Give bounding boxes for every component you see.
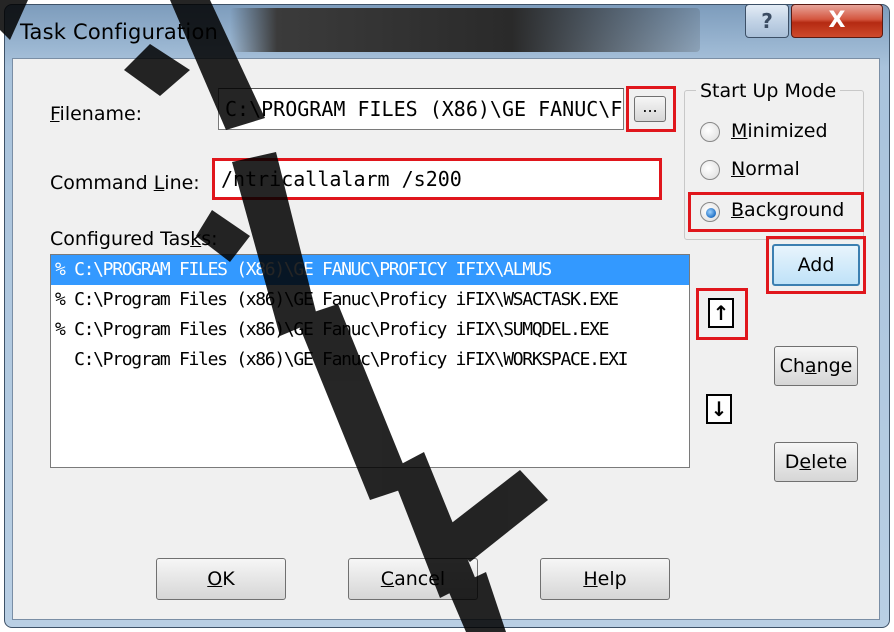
filename-input[interactable]: C:\PROGRAM FILES (X86)\GE FANUC\F	[218, 88, 624, 130]
help-caption-button[interactable]: ?	[745, 4, 789, 38]
titlebar-shadow	[230, 8, 700, 52]
configured-tasks-list[interactable]: % C:\PROGRAM FILES (X86)\GE FANUC\PROFIC…	[50, 254, 690, 468]
command-line-input[interactable]: /ntricallalarm /s200	[212, 158, 662, 200]
background-label: Background	[731, 199, 845, 221]
radio-normal[interactable]	[700, 160, 720, 180]
window-title: Task Configuration	[20, 20, 219, 44]
startup-mode-title: Start Up Mode	[696, 80, 841, 102]
add-button[interactable]: Add	[772, 244, 860, 286]
filename-label: Filename:	[50, 103, 143, 125]
help-button[interactable]: Help	[540, 558, 670, 600]
list-item[interactable]: % C:\Program Files (x86)\GE Fanuc\Profic…	[51, 315, 689, 345]
configured-tasks-label: Configured Tasks:	[50, 228, 218, 250]
command-line-label: Command Line:	[50, 172, 200, 194]
move-down-button[interactable]: ↓	[706, 394, 732, 424]
delete-button[interactable]: Delete	[774, 442, 858, 482]
list-item[interactable]: C:\Program Files (x86)\GE Fanuc\Proficy …	[51, 345, 689, 375]
radio-background[interactable]	[700, 202, 720, 222]
list-item[interactable]: % C:\Program Files (x86)\GE Fanuc\Profic…	[51, 285, 689, 315]
ok-button[interactable]: OK	[156, 558, 286, 600]
cancel-button[interactable]: Cancel	[348, 558, 478, 600]
close-caption-button[interactable]: X	[791, 4, 883, 38]
radio-minimized[interactable]	[700, 122, 720, 142]
list-item[interactable]: % C:\PROGRAM FILES (X86)\GE FANUC\PROFIC…	[51, 255, 689, 285]
browse-button[interactable]: ...	[634, 96, 666, 122]
normal-label: Normal	[731, 158, 800, 180]
move-up-button[interactable]: ↑	[708, 298, 734, 328]
change-button[interactable]: Change	[774, 346, 858, 386]
radio-selected-dot	[706, 208, 716, 218]
minimized-label: Minimized	[731, 120, 828, 142]
